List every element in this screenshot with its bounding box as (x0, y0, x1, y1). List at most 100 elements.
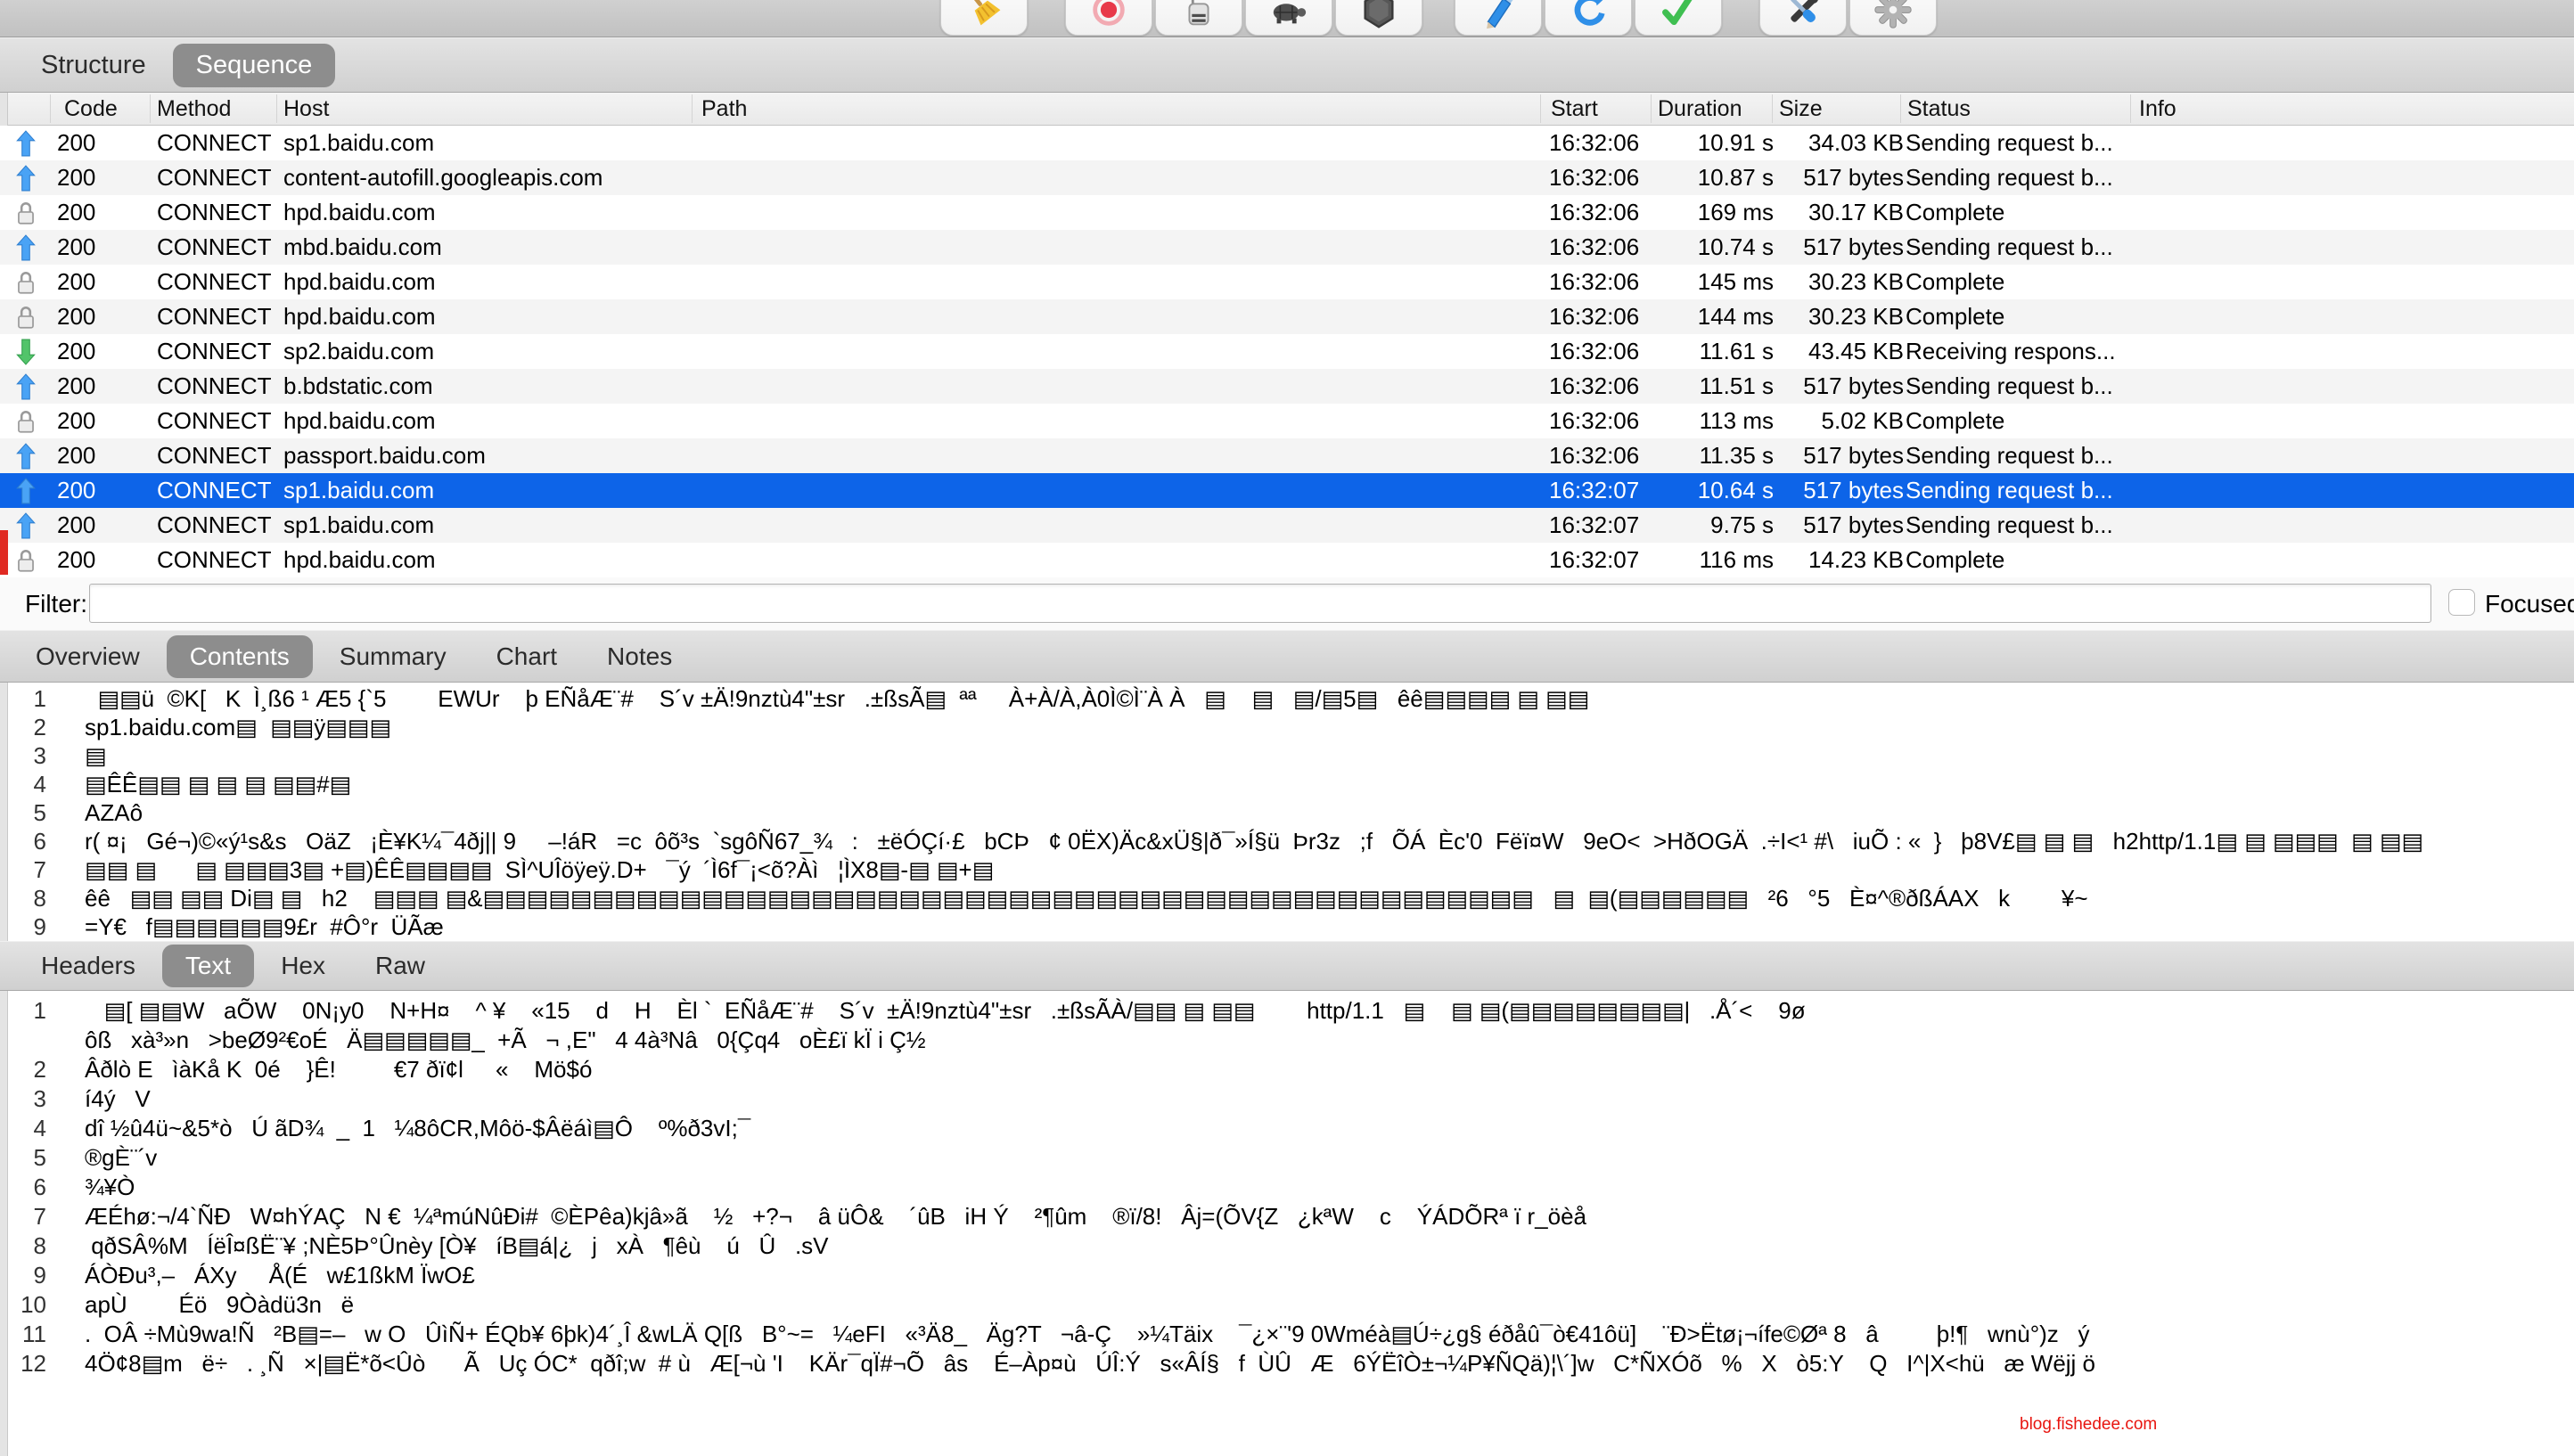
line-text: =Y€ f▤▤▤▤▤▤9£r #Ô°r ÜÃæ (85, 913, 444, 940)
cell-size: 517 bytes (1729, 473, 1904, 508)
line-text: 4Ö¢8▤m ë÷ . ¸Ñ ×|▤Ë*õ<Ûò Ã Uç ÓC* qðî;w … (85, 1350, 2095, 1377)
secure-lock-icon (14, 547, 39, 574)
table-row[interactable]: 200CONNECThpd.baidu.com16:32:06144 ms30.… (0, 299, 2574, 334)
tools-button[interactable] (1759, 0, 1847, 36)
sending-arrow-icon (14, 373, 39, 400)
tab-summary[interactable]: Summary (316, 635, 470, 678)
cell-status: Receiving respons... (1906, 334, 2116, 369)
cell-size: 34.03 KB (1729, 126, 1904, 160)
cell-size: 14.23 KB (1729, 543, 1904, 577)
tab-sequence[interactable]: Sequence (173, 44, 336, 87)
cell-start: 16:32:06 (1549, 126, 1639, 160)
column-header-status[interactable]: Status (1907, 96, 1971, 122)
cell-start: 16:32:06 (1549, 230, 1639, 265)
tab-structure[interactable]: Structure (18, 44, 169, 87)
tab-chart[interactable]: Chart (473, 635, 580, 678)
table-row[interactable]: 200CONNECTcontent-autofill.googleapis.co… (0, 160, 2574, 195)
table-row[interactable]: 200CONNECTmbd.baidu.com16:32:0610.74 s51… (0, 230, 2574, 265)
cell-status: Complete (1906, 195, 2004, 230)
filter-bar: Filter: Focused (0, 577, 2574, 630)
clear-session-button[interactable] (940, 0, 1028, 36)
column-separator (1772, 94, 1773, 123)
column-separator (1540, 94, 1541, 123)
tab-overview[interactable]: Overview (12, 635, 163, 678)
cell-host: content-autofill.googleapis.com (283, 160, 603, 195)
cell-code: 200 (57, 543, 95, 577)
record-button[interactable] (1065, 0, 1152, 36)
paint-button[interactable] (1155, 0, 1242, 36)
table-row[interactable]: 200CONNECThpd.baidu.com16:32:06169 ms30.… (0, 195, 2574, 230)
line-text: ®gÈ¨´v (85, 1144, 157, 1171)
hexagon-icon (1358, 0, 1399, 30)
table-header[interactable]: Code Method Host Path Start Duration Size Statu… (0, 93, 2574, 126)
code-line: 3▤ (0, 741, 2574, 770)
cell-method: CONNECT (157, 299, 272, 334)
cell-host: hpd.baidu.com (283, 543, 436, 577)
sending-arrow-icon (14, 165, 39, 192)
cell-status: Complete (1906, 265, 2004, 299)
throttle-button[interactable] (1245, 0, 1332, 36)
settings-button[interactable] (1849, 0, 1937, 36)
compose-button[interactable] (1455, 0, 1542, 36)
line-text: ▤▤ ▤ ▤ ▤▤▤3▤ +▤)ÊÊ▤▤▤▤ SÌ^UÎöÿeÿ.D+ ¯ý ´… (85, 856, 994, 883)
tab-raw[interactable]: Raw (352, 945, 448, 987)
table-row[interactable]: 200CONNECTsp2.baidu.com16:32:0611.61 s43… (0, 334, 2574, 369)
window-left-edge (0, 683, 8, 941)
validate-button[interactable] (1635, 0, 1722, 36)
cell-size: 30.17 KB (1729, 195, 1904, 230)
cell-method: CONNECT (157, 508, 272, 543)
tab-contents[interactable]: Contents (167, 635, 313, 678)
column-header-duration[interactable]: Duration (1658, 96, 1742, 122)
line-text: sp1.baidu.com▤ ▤▤ÿ▤▤▤ (85, 714, 391, 740)
cell-host: hpd.baidu.com (283, 404, 436, 438)
cell-status: Complete (1906, 299, 2004, 334)
column-header-host[interactable]: Host (283, 96, 329, 122)
filter-input[interactable] (89, 584, 2431, 623)
cell-code: 200 (57, 126, 95, 160)
table-row[interactable]: 200CONNECThpd.baidu.com16:32:06145 ms30.… (0, 265, 2574, 299)
cell-status: Sending request b... (1906, 369, 2113, 404)
column-header-start[interactable]: Start (1551, 96, 1598, 122)
column-header-method[interactable]: Method (157, 96, 231, 122)
code-line: ôß xà³»n >beØ9²€oÉ Ä▤▤▤▤▤_ +Ã ¬ ,E" 4 4à… (0, 1026, 2574, 1055)
table-row[interactable]: 200CONNECThpd.baidu.com16:32:07116 ms14.… (0, 543, 2574, 577)
repeat-button[interactable] (1545, 0, 1632, 36)
window-left-edge (0, 991, 8, 1456)
cell-size: 517 bytes (1729, 369, 1904, 404)
detail-tabs-bar: OverviewContentsSummaryChartNotes (0, 630, 2574, 683)
code-line: 6¾¥Ò (0, 1173, 2574, 1202)
focused-checkbox[interactable] (2448, 589, 2475, 616)
table-row[interactable]: 200CONNECTb.bdstatic.com16:32:0611.51 s5… (0, 369, 2574, 404)
table-row[interactable]: 200CONNECTsp1.baidu.com16:32:079.75 s517… (0, 508, 2574, 543)
table-row[interactable]: 200CONNECThpd.baidu.com16:32:06113 ms5.0… (0, 404, 2574, 438)
cell-start: 16:32:06 (1549, 369, 1639, 404)
table-row[interactable]: 200CONNECTsp1.baidu.com16:32:0610.91 s34… (0, 126, 2574, 160)
cell-start: 16:32:06 (1549, 299, 1639, 334)
column-header-info[interactable]: Info (2139, 96, 2176, 122)
record-icon (1088, 0, 1129, 30)
tab-text[interactable]: Text (162, 945, 254, 987)
cell-method: CONNECT (157, 438, 272, 473)
cell-code: 200 (57, 508, 95, 543)
column-header-size[interactable]: Size (1779, 96, 1823, 122)
bucket-icon (1178, 0, 1219, 30)
tab-headers[interactable]: Headers (18, 945, 159, 987)
line-text: ÆÉhø:¬/4`ÑÐ W¤hÝAÇ N € ¼ªmúNûÐi# ©ÈPêa)k… (85, 1203, 1586, 1230)
tools-icon (1783, 0, 1824, 30)
breakpoints-button[interactable] (1335, 0, 1422, 36)
cell-host: sp1.baidu.com (283, 508, 434, 543)
cell-method: CONNECT (157, 369, 272, 404)
tab-notes[interactable]: Notes (584, 635, 695, 678)
table-row[interactable]: 200CONNECTsp1.baidu.com16:32:0710.64 s51… (0, 473, 2574, 508)
cell-code: 200 (57, 160, 95, 195)
cell-code: 200 (57, 438, 95, 473)
tab-hex[interactable]: Hex (258, 945, 348, 987)
column-header-path[interactable]: Path (701, 96, 747, 122)
column-header-code[interactable]: Code (64, 96, 118, 122)
table-row[interactable]: 200CONNECTpassport.baidu.com16:32:0611.3… (0, 438, 2574, 473)
sending-arrow-icon (14, 130, 39, 157)
sending-arrow-icon (14, 443, 39, 470)
watermark: blog.fishedee.com (2020, 1415, 2157, 1435)
secure-lock-icon (14, 269, 39, 296)
sending-arrow-icon (14, 234, 39, 261)
